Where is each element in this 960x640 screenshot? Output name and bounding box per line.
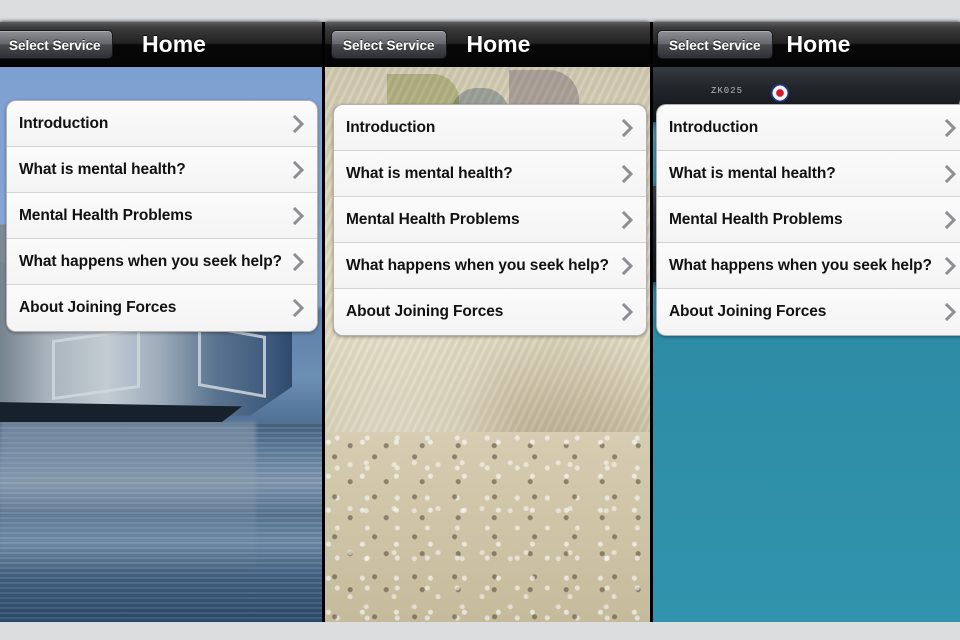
navbar-army: Select Service Home — [324, 22, 650, 67]
menu-row-label: Mental Health Problems — [345, 210, 520, 228]
navy-ship-reflection — [0, 422, 256, 572]
menu-row-label: What is mental health? — [668, 164, 836, 182]
navbar-raf: Select Service Home — [652, 22, 960, 67]
chevron-right-icon — [944, 118, 957, 137]
menu-row-label: What happens when you seek help? — [19, 252, 282, 270]
raf-roundel-icon — [770, 84, 789, 102]
desert-gravel-track — [324, 432, 650, 622]
menu-row-introduction[interactable]: Introduction — [333, 105, 646, 151]
menu-row-label: What happens when you seek help? — [668, 256, 932, 274]
menu-row-label: What is mental health? — [345, 164, 513, 182]
menu-row-label: Introduction — [19, 114, 109, 132]
navy-ship-gangway-left — [52, 327, 140, 401]
menu-row-label: About Joining Forces — [668, 303, 827, 320]
chevron-right-icon — [944, 210, 957, 229]
chevron-right-icon — [944, 164, 957, 183]
menu-row-introduction[interactable]: Introduction — [7, 101, 317, 147]
menu-row-introduction[interactable]: Introduction — [656, 105, 960, 151]
menu-row-mental-health-problems[interactable]: Mental Health Problems — [7, 193, 317, 239]
chevron-right-icon — [293, 299, 305, 317]
panel-army: Select Service Home Introduction What is… — [324, 22, 650, 622]
chevron-right-icon — [944, 256, 957, 275]
menu-row-label: Introduction — [345, 118, 436, 136]
chevron-right-icon — [621, 118, 634, 137]
panel-raf: ZK025 Select Service Home Introduction W… — [652, 22, 960, 622]
page-title-navy: Home — [142, 31, 206, 57]
menu-row-about-joining-forces[interactable]: About Joining Forces — [656, 289, 960, 335]
chevron-right-icon — [293, 206, 305, 225]
window-chrome-top — [0, 0, 960, 22]
menu-list-raf: Introduction What is mental health? Ment… — [655, 104, 960, 336]
window-chrome-bottom — [0, 622, 960, 640]
device-panels-row: Select Service Home Introduction What is… — [0, 22, 960, 622]
chevron-right-icon — [621, 256, 634, 275]
chevron-right-icon — [293, 252, 305, 271]
menu-row-about-joining-forces[interactable]: About Joining Forces — [333, 289, 646, 335]
menu-row-about-joining-forces[interactable]: About Joining Forces — [7, 285, 317, 331]
menu-row-what-happens-when-you-seek-help[interactable]: What happens when you seek help? — [656, 243, 960, 289]
page-title-army: Home — [466, 31, 531, 57]
menu-list-navy: Introduction What is mental health? Ment… — [6, 100, 318, 332]
menu-row-label: Mental Health Problems — [19, 206, 193, 224]
menu-list-army: Introduction What is mental health? Ment… — [332, 104, 647, 336]
chevron-right-icon — [944, 303, 957, 321]
menu-row-what-is-mental-health[interactable]: What is mental health? — [333, 151, 646, 197]
panel-navy: Select Service Home Introduction What is… — [0, 22, 322, 622]
menu-row-label: Introduction — [668, 118, 759, 136]
menu-row-mental-health-problems[interactable]: Mental Health Problems — [656, 197, 960, 243]
chevron-right-icon — [621, 164, 634, 183]
menu-row-what-is-mental-health[interactable]: What is mental health? — [7, 147, 317, 193]
page-title-raf: Home — [786, 31, 851, 57]
chevron-right-icon — [293, 160, 305, 179]
menu-row-label: What happens when you seek help? — [345, 256, 609, 274]
raf-jet-serial-text: ZK025 — [710, 86, 743, 96]
navbar-navy: Select Service Home — [0, 22, 322, 67]
chevron-right-icon — [293, 114, 305, 133]
menu-row-what-happens-when-you-seek-help[interactable]: What happens when you seek help? — [333, 243, 646, 289]
chevron-right-icon — [621, 303, 634, 321]
screenshot-root: Select Service Home Introduction What is… — [0, 0, 960, 640]
navy-ship-gangway-right — [198, 324, 266, 398]
menu-row-mental-health-problems[interactable]: Mental Health Problems — [333, 197, 646, 243]
menu-row-label: Mental Health Problems — [668, 210, 843, 228]
menu-row-what-is-mental-health[interactable]: What is mental health? — [656, 151, 960, 197]
menu-row-label: About Joining Forces — [345, 303, 504, 320]
menu-row-what-happens-when-you-seek-help[interactable]: What happens when you seek help? — [7, 239, 317, 285]
menu-row-label: What is mental health? — [19, 160, 186, 178]
menu-row-label: About Joining Forces — [19, 299, 177, 316]
chevron-right-icon — [621, 210, 634, 229]
